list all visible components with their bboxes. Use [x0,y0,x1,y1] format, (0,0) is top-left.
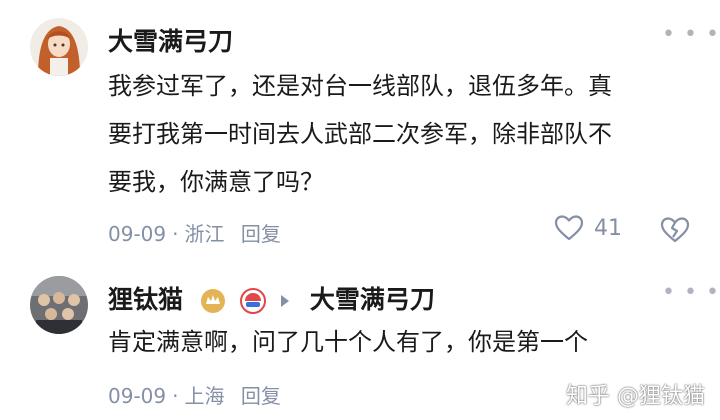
username: 狸钛猫 大雪满弓刀 [108,280,435,316]
like-count: 41 [594,215,622,241]
reply-button[interactable]: 回复 [241,218,281,247]
comment-meta: 09-09 · 浙江 回复 [108,218,281,247]
heart-icon [554,215,584,241]
avatar[interactable] [30,18,88,76]
broken-heart-icon[interactable] [660,216,690,244]
comment-text-line: 要我，你满意了吗？ [108,168,324,196]
comment-location: 浙江 [184,222,225,246]
comment-meta: 09-09 · 上海 回复 [108,380,281,409]
red-badge-icon [240,288,267,314]
more-icon[interactable]: • • • [662,22,720,47]
username-link[interactable]: 狸钛猫 [108,285,183,314]
comment-text-line: 肯定满意啊，问了几十个人有了，你是第一个 [108,328,588,356]
separator-dot: · [172,222,179,246]
reply-to-username[interactable]: 大雪满弓刀 [310,285,435,314]
reply-button[interactable]: 回复 [241,380,281,409]
comment-date: 09-09 [108,384,167,408]
comment-text: 我参过军了，还是对台一线部队，退伍多年。真 要打我第一时间去人武部二次参军，除非… [108,62,698,206]
comment-item: 大雪满弓刀 • • • 我参过军了，还是对台一线部队，退伍多年。真 要打我第一时… [0,0,720,260]
comment-text: 肯定满意啊，问了几十个人有了，你是第一个 [108,318,698,366]
comment-text-line: 我参过军了，还是对台一线部队，退伍多年。真 [108,72,612,100]
comment-date: 09-09 [108,222,167,246]
separator-dot: · [172,384,179,408]
like-button[interactable]: 41 [554,214,622,242]
reply-arrow-icon [281,295,290,307]
watermark: 知乎 @狸钛猫 [566,384,705,409]
comment-list: 大雪满弓刀 • • • 我参过军了，还是对台一线部队，退伍多年。真 要打我第一时… [0,0,720,420]
username[interactable]: 大雪满弓刀 [108,22,233,58]
more-icon[interactable]: • • • [662,280,720,305]
comment-text-line: 要打我第一时间去人武部二次参军，除非部队不 [108,120,612,148]
avatar[interactable] [30,276,88,334]
comment-location: 上海 [184,384,225,408]
gold-badge-icon [200,289,225,313]
